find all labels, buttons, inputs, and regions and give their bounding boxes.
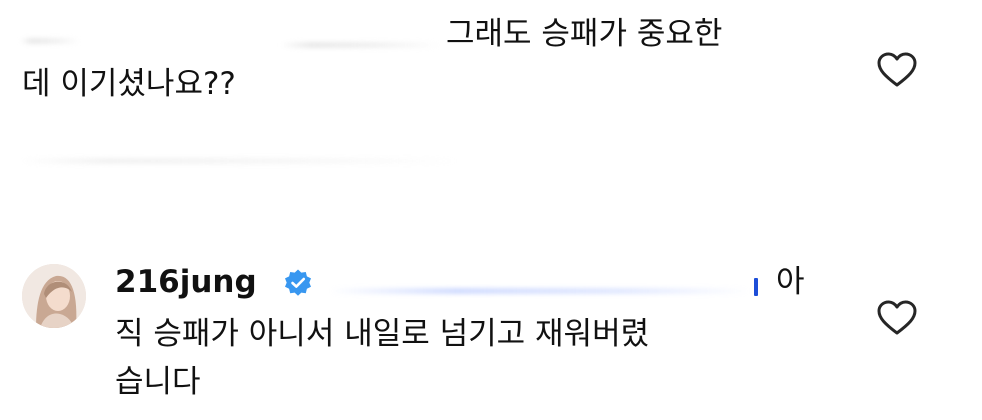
verified-badge-icon [283, 268, 313, 298]
redacted-text [20, 38, 80, 44]
heart-icon [877, 52, 917, 87]
redacted-mention [330, 288, 750, 294]
comment-text-line: 직 승패가 아니서 내일로 넘기고 재워버렸 [115, 316, 650, 352]
heart-icon [877, 300, 917, 335]
like-button[interactable] [877, 52, 917, 88]
avatar-image-icon [22, 264, 86, 328]
comment-text-line: 습니다 [115, 364, 201, 400]
avatar[interactable] [22, 264, 86, 328]
mention-fragment [754, 278, 758, 296]
comment-text-line: 그래도 승패가 중요한 [446, 16, 723, 52]
comment-item: 그래도 승패가 중요한 데 이기셨나요?? [0, 0, 982, 200]
redacted-text [20, 158, 460, 164]
comment-text-line: 데 이기셨나요?? [22, 66, 236, 102]
redacted-text [280, 42, 440, 48]
like-button[interactable] [877, 300, 917, 336]
comment-username[interactable]: 216jung [115, 264, 257, 300]
comment-text-line: 아 [776, 264, 805, 300]
comment-item: 216jung 아 직 승패가 아니서 내일로 넘기고 재워버렸 습니다 [0, 240, 982, 420]
